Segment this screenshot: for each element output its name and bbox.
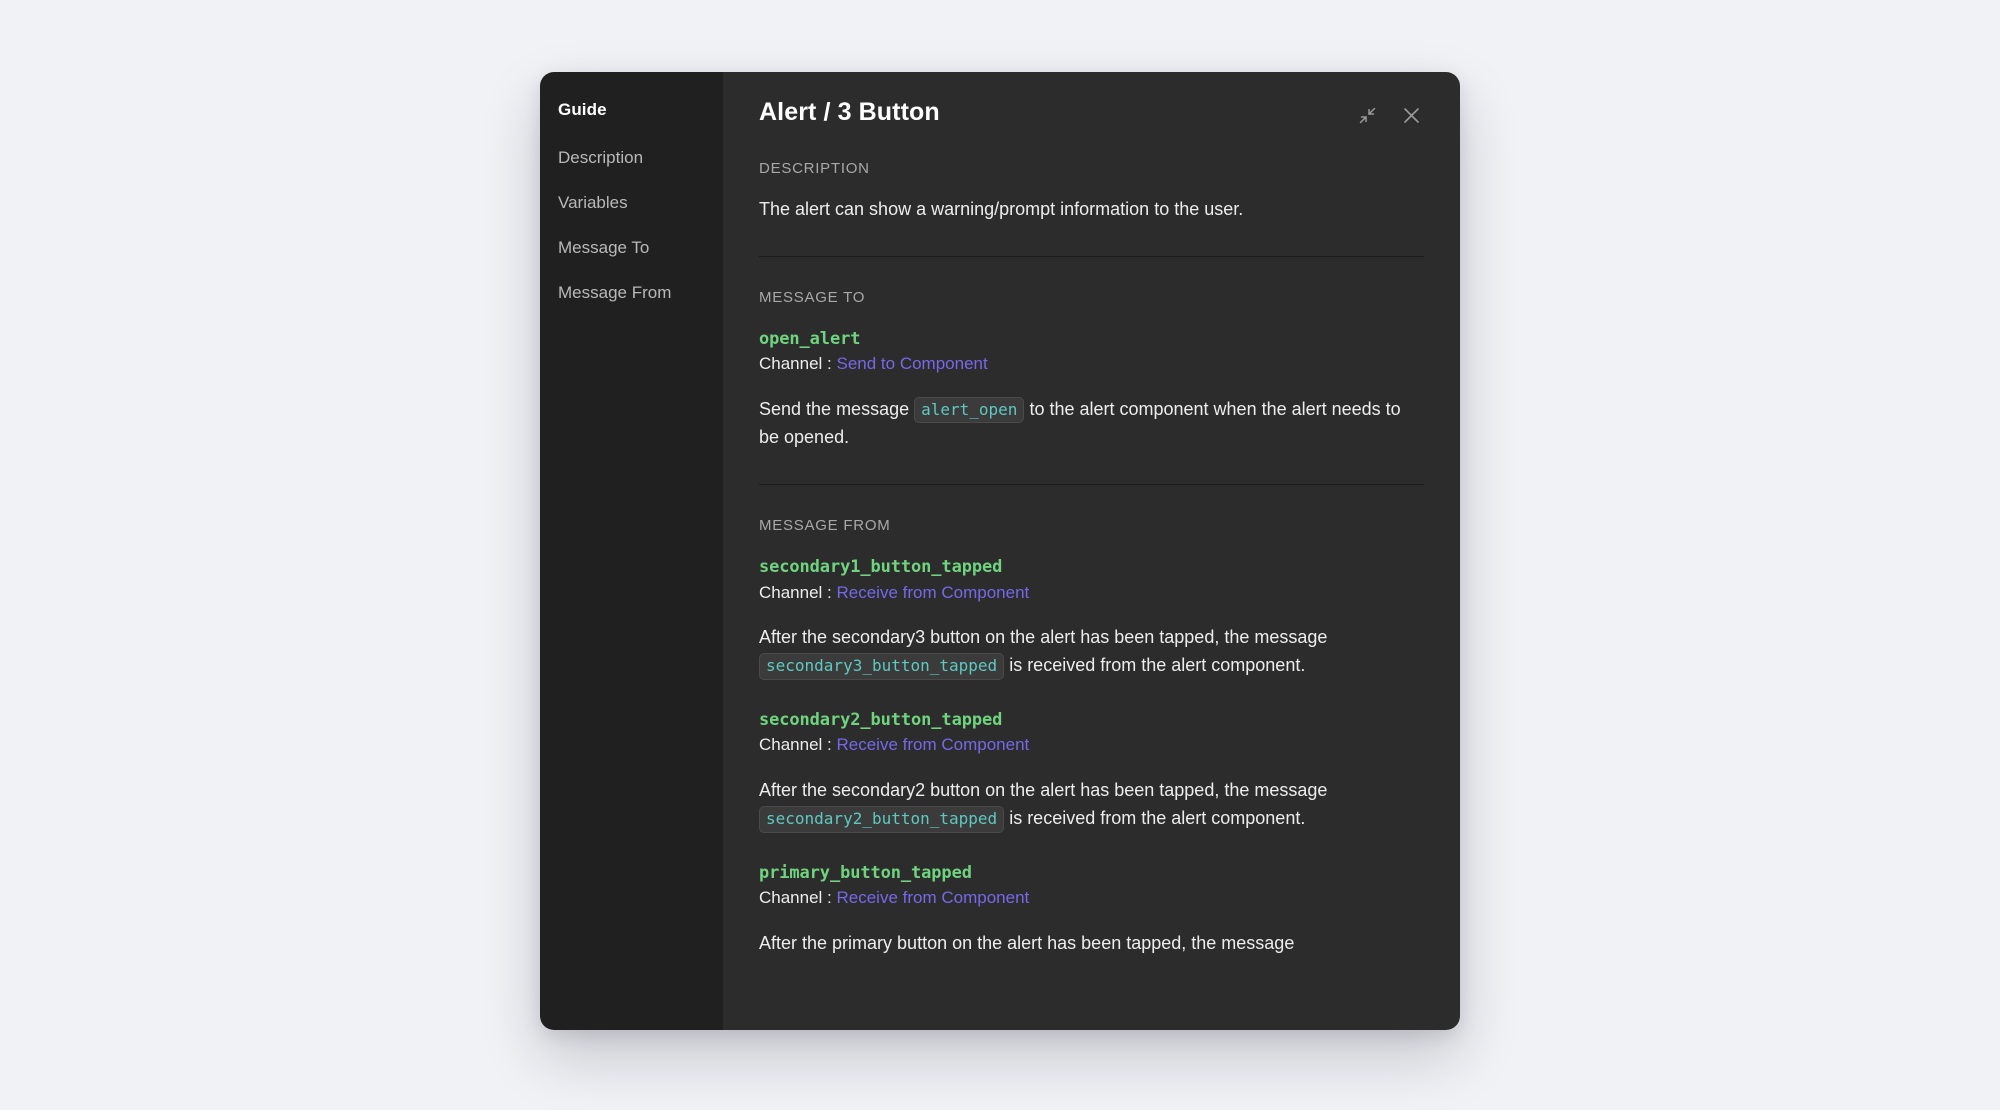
sidebar: Guide Description Variables Message To M… [540, 72, 723, 1030]
sidebar-item-description[interactable]: Description [558, 149, 723, 166]
divider [759, 484, 1424, 486]
divider [759, 255, 1424, 257]
description-before: After the primary button on the alert ha… [759, 932, 1295, 953]
collapse-arrows-icon[interactable] [1354, 102, 1380, 128]
description-before: After the secondary2 button on the alert… [759, 780, 1328, 801]
sidebar-item-message-from[interactable]: Message From [558, 284, 723, 301]
section-label-message-to: MESSAGE TO [759, 288, 866, 306]
section-label-message-from: MESSAGE FROM [759, 517, 891, 535]
page-title: Alert / 3 Button [759, 98, 940, 126]
sidebar-title: Guide [558, 100, 607, 119]
title-bar: Alert / 3 Button [759, 98, 1424, 128]
channel-link[interactable]: Receive from Component [837, 735, 1030, 754]
sidebar-item-variables[interactable]: Variables [558, 194, 723, 211]
sidebar-item-message-to[interactable]: Message To [558, 239, 723, 256]
content-area: Alert / 3 Button DESCRIPTION The alert c… [723, 72, 1460, 1030]
channel-label: Channel : [759, 582, 837, 602]
channel-link[interactable]: Receive from Component [837, 583, 1030, 602]
code-chip: secondary3_button_tapped [759, 653, 1005, 681]
channel-label: Channel : [759, 735, 837, 755]
message-channel: Channel : Receive from Component [759, 581, 1424, 606]
description-after: is received from the alert component. [1004, 655, 1306, 676]
channel-link[interactable]: Send to Component [837, 354, 988, 373]
channel-label: Channel : [759, 888, 837, 908]
message-entry: open_alert Channel : Send to Component S… [759, 329, 1424, 452]
message-name: primary_button_tapped [759, 862, 972, 883]
message-description: After the secondary3 button on the alert… [759, 623, 1424, 681]
message-description: Send the message alert_open to the alert… [759, 395, 1424, 452]
message-channel: Channel : Receive from Component [759, 886, 1424, 911]
guide-panel: Guide Description Variables Message To M… [540, 72, 1460, 1030]
message-description: After the primary button on the alert ha… [759, 929, 1424, 957]
code-chip: secondary2_button_tapped [759, 806, 1005, 833]
channel-label: Channel : [759, 354, 837, 374]
message-name: secondary1_button_tapped [759, 557, 1003, 578]
description-text: The alert can show a warning/prompt info… [759, 199, 1244, 219]
close-icon[interactable] [1398, 102, 1424, 128]
description-after: is received from the alert component. [1004, 808, 1306, 829]
message-entry: secondary2_button_tapped Channel : Recei… [759, 710, 1424, 833]
message-name: secondary2_button_tapped [759, 710, 1003, 731]
code-chip: alert_open [914, 396, 1025, 424]
section-label-description: DESCRIPTION [759, 160, 870, 177]
message-name: open_alert [759, 328, 861, 349]
description-before: Send the message [759, 398, 915, 419]
window-actions [1354, 98, 1424, 128]
description-before: After the secondary3 button on the alert… [759, 627, 1328, 648]
message-description: After the secondary2 button on the alert… [759, 776, 1424, 833]
message-channel: Channel : Send to Component [759, 352, 1424, 377]
channel-link[interactable]: Receive from Component [837, 888, 1030, 907]
screen: Guide Description Variables Message To M… [0, 0, 2000, 1110]
message-entry: secondary1_button_tapped Channel : Recei… [759, 557, 1424, 681]
message-channel: Channel : Receive from Component [759, 733, 1424, 758]
message-entry: primary_button_tapped Channel : Receive … [759, 863, 1424, 957]
